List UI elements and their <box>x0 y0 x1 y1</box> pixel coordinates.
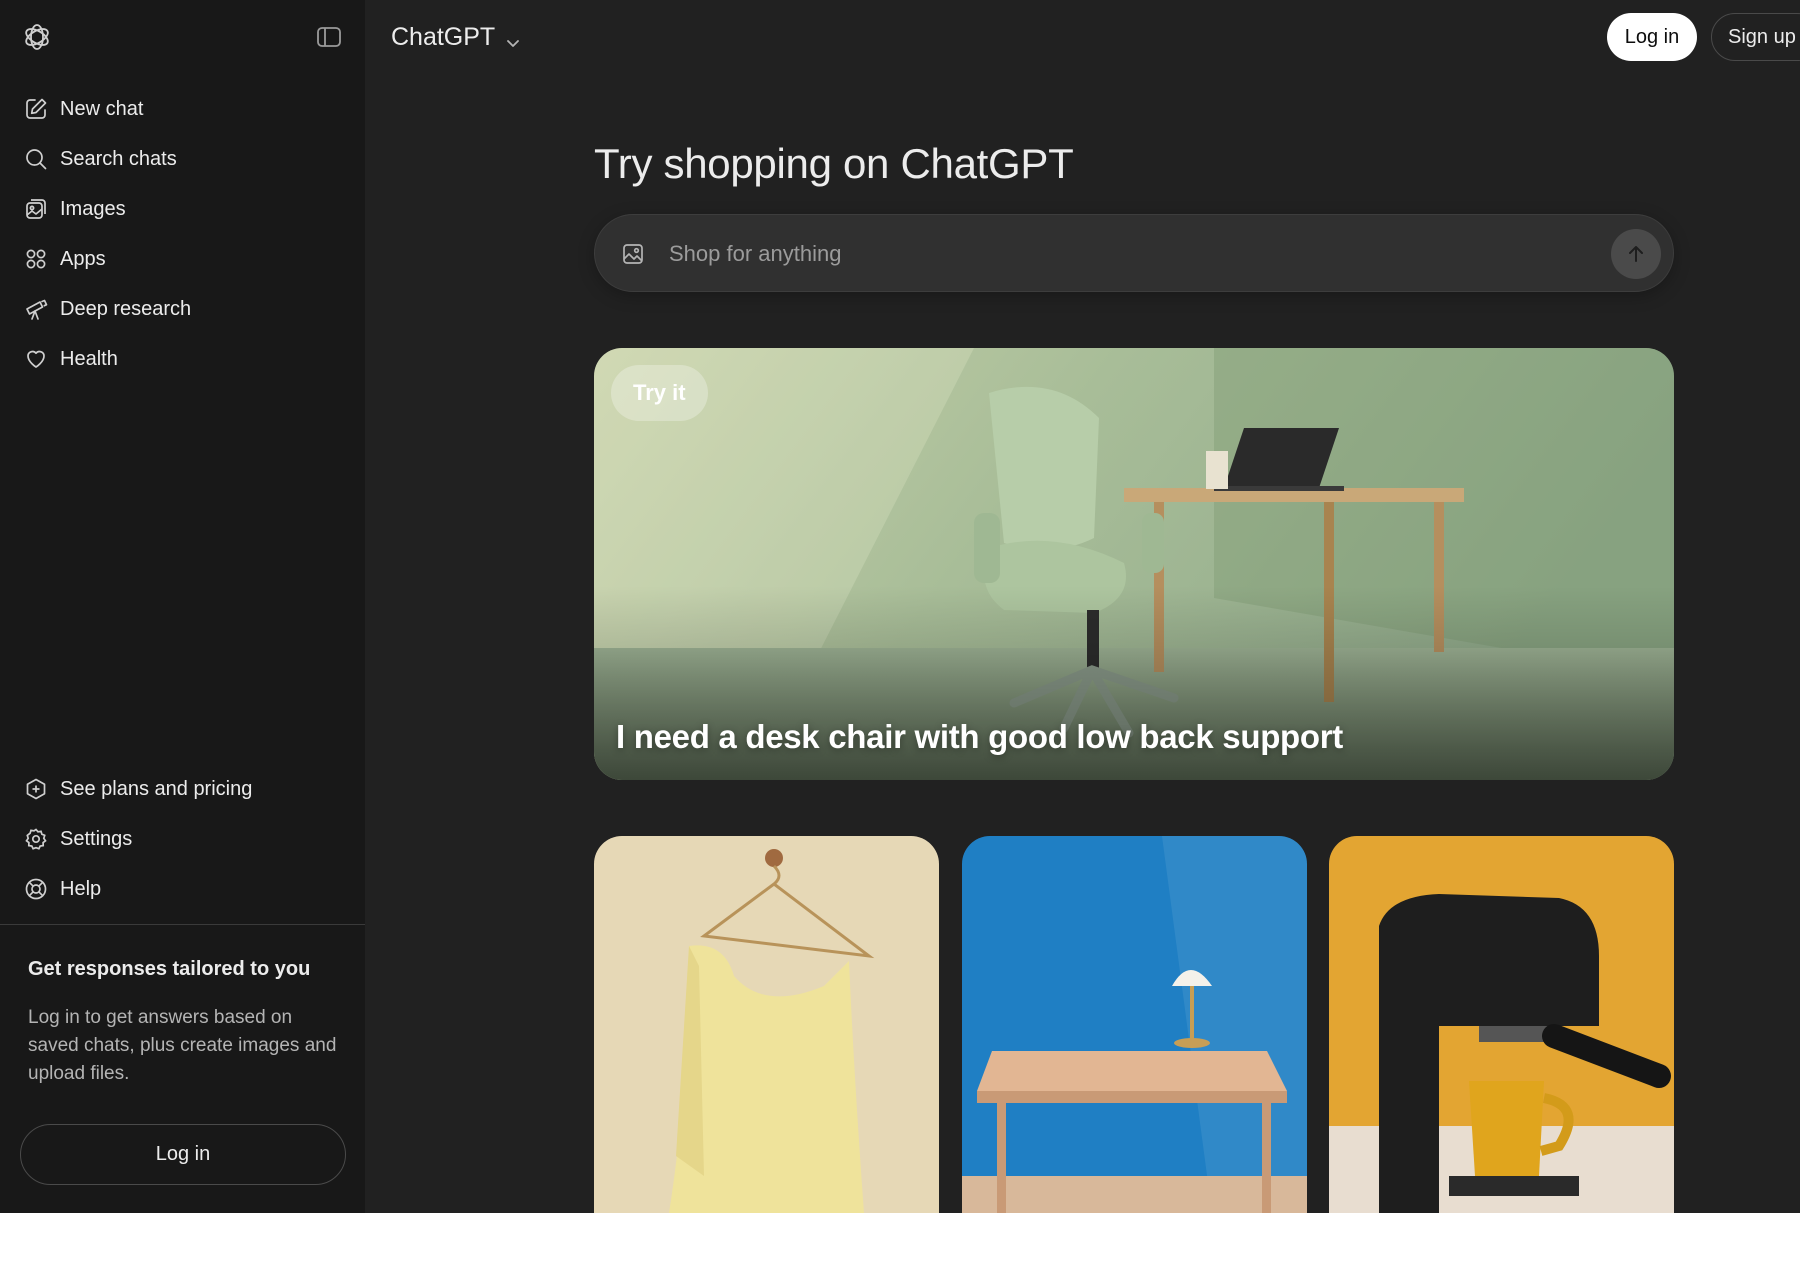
table-lamp-photo <box>962 836 1307 1213</box>
try-it-badge: Try it <box>611 365 708 421</box>
promo-title: Get responses tailored to you <box>28 958 311 980</box>
sidebar-toggle-icon[interactable] <box>316 24 342 50</box>
arrow-up-icon <box>1629 246 1643 262</box>
shopping-search-bar <box>594 214 1674 292</box>
sidebar-item-plans[interactable]: See plans and pricing <box>10 764 355 814</box>
sidebar-item-label: New chat <box>60 97 144 120</box>
edit-icon <box>24 97 48 121</box>
sidebar-item-new-chat[interactable]: New chat <box>10 84 355 134</box>
sidebar-login-button[interactable]: Log in <box>20 1124 346 1185</box>
login-promo: Get responses tailored to you Log in to … <box>28 954 348 1088</box>
sidebar-item-deep-research[interactable]: Deep research <box>10 284 355 334</box>
heart-icon <box>24 347 48 371</box>
header-signup-button[interactable]: Sign up <box>1711 13 1800 61</box>
hero-suggestion-card[interactable]: Try it I need a desk chair with good low… <box>594 348 1674 780</box>
product-tile-dress[interactable] <box>594 836 939 1213</box>
silk-dress-photo <box>594 836 939 1213</box>
image-upload-icon[interactable] <box>621 242 645 266</box>
gear-icon <box>24 827 48 851</box>
sidebar-item-settings[interactable]: Settings <box>10 814 355 864</box>
promo-text: Log in to get answers based on saved cha… <box>28 1007 337 1084</box>
sidebar-item-images[interactable]: Images <box>10 184 355 234</box>
sidebar-item-label: Images <box>60 197 126 220</box>
model-name: ChatGPT <box>391 22 496 51</box>
sidebar-item-search-chats[interactable]: Search chats <box>10 134 355 184</box>
product-tile-table-lamp[interactable] <box>962 836 1307 1213</box>
sidebar-item-label: Settings <box>60 827 133 850</box>
product-tile-espresso-machine[interactable] <box>1329 836 1674 1213</box>
model-selector[interactable]: ChatGPT <box>391 20 521 54</box>
shopping-search-input[interactable] <box>669 233 1569 275</box>
hero-caption: I need a desk chair with good low back s… <box>616 718 1343 755</box>
sidebar-item-label: Health <box>60 347 118 370</box>
sidebar-item-label: Help <box>60 877 102 900</box>
apps-icon <box>24 247 48 271</box>
send-button[interactable] <box>1611 229 1661 279</box>
sidebar-bottom-nav: See plans and pricing Settings Help <box>10 764 355 914</box>
images-icon <box>24 197 48 221</box>
sidebar-item-health[interactable]: Health <box>10 334 355 384</box>
sidebar: New chat Search chats Images Apps Deep r… <box>0 0 365 1213</box>
sidebar-divider <box>0 924 365 925</box>
header-login-button[interactable]: Log in <box>1607 13 1697 61</box>
sidebar-item-label: Deep research <box>60 297 192 320</box>
sidebar-item-label: See plans and pricing <box>60 777 253 800</box>
help-icon <box>24 877 48 901</box>
desk-chair-photo <box>594 348 1674 780</box>
app-window: New chat Search chats Images Apps Deep r… <box>0 0 1800 1213</box>
chevron-down-icon <box>505 29 521 47</box>
sidebar-top-nav: New chat Search chats Images Apps Deep r… <box>10 84 355 384</box>
search-icon <box>24 147 48 171</box>
openai-logo-icon[interactable] <box>22 22 52 52</box>
sidebar-item-label: Search chats <box>60 147 177 170</box>
sidebar-item-label: Apps <box>60 247 106 270</box>
page-title: Try shopping on ChatGPT <box>594 140 1074 187</box>
telescope-icon <box>24 297 48 321</box>
sidebar-item-apps[interactable]: Apps <box>10 234 355 284</box>
sidebar-item-help[interactable]: Help <box>10 864 355 914</box>
espresso-machine-photo <box>1329 836 1674 1213</box>
plans-icon <box>24 777 48 801</box>
